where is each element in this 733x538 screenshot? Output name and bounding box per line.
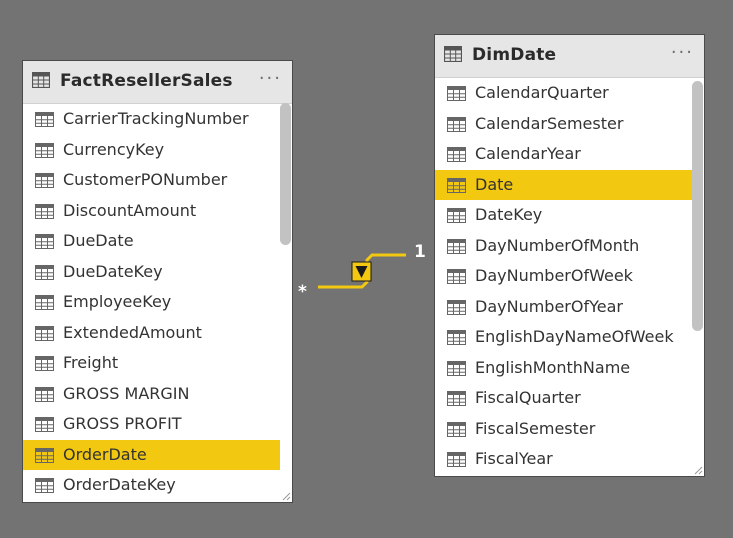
field-row[interactable]: DayNumberOfMonth xyxy=(435,231,692,261)
field-label: DiscountAmount xyxy=(63,200,197,220)
field-label: FiscalQuarter xyxy=(475,388,581,407)
column-icon xyxy=(447,177,466,193)
field-row[interactable]: DayNumberOfWeek xyxy=(435,261,692,291)
table-card-dimdate[interactable]: DimDate ··· CalendarQuarter CalendarSemes… xyxy=(434,34,705,477)
field-row[interactable]: OrderDateKey xyxy=(23,470,280,500)
field-row[interactable]: DueDateKey xyxy=(23,257,280,287)
field-row[interactable]: CalendarQuarter xyxy=(435,78,692,108)
field-row[interactable]: DateKey xyxy=(435,200,692,230)
field-label: CalendarQuarter xyxy=(475,83,609,102)
field-label: FiscalYear xyxy=(475,449,553,468)
table-icon xyxy=(444,46,462,62)
field-label: CustomerPONumber xyxy=(63,170,228,189)
table-header[interactable]: FactResellerSales ··· xyxy=(23,61,292,104)
table-title: DimDate xyxy=(472,45,557,65)
field-label: CalendarYear xyxy=(475,144,581,163)
field-label: DayNumberOfMonth xyxy=(475,235,640,255)
field-row[interactable]: CalendarSemester xyxy=(435,109,692,139)
column-icon xyxy=(35,386,54,402)
field-row[interactable]: CustomerPONumber xyxy=(23,165,280,195)
field-label: EnglishDayNameOfWeek xyxy=(475,327,674,346)
column-icon xyxy=(35,112,54,127)
field-row[interactable]: EnglishDayNameOfWeek xyxy=(435,322,692,352)
column-icon xyxy=(447,116,466,132)
column-icon xyxy=(35,203,54,219)
field-label: DueDate xyxy=(63,231,134,250)
column-icon xyxy=(447,421,466,437)
field-row[interactable]: FiscalSemester xyxy=(435,414,692,444)
field-row[interactable]: GROSS PROFIT xyxy=(23,409,280,439)
column-icon xyxy=(447,238,466,254)
more-options-button[interactable]: ··· xyxy=(671,43,694,63)
field-label: DayNumberOfYear xyxy=(475,296,623,316)
field-label: OrderDate xyxy=(63,444,147,464)
column-icon xyxy=(447,269,466,284)
column-icon xyxy=(35,417,54,432)
scroll-thumb[interactable] xyxy=(280,103,291,245)
field-label: OrderDateKey xyxy=(63,475,176,494)
more-options-button[interactable]: ··· xyxy=(259,69,282,89)
scroll-thumb[interactable] xyxy=(692,81,703,331)
field-label: CarrierTrackingNumber xyxy=(63,109,249,128)
column-icon xyxy=(35,142,54,158)
field-label: FiscalSemester xyxy=(475,418,596,438)
field-label: DueDateKey xyxy=(63,261,163,281)
column-icon xyxy=(447,299,466,315)
column-icon xyxy=(35,173,54,188)
field-label: CalendarSemester xyxy=(475,113,624,133)
scrollbar[interactable] xyxy=(692,77,703,475)
column-icon xyxy=(447,391,466,406)
field-row[interactable]: FiscalYear xyxy=(435,444,692,474)
column-icon xyxy=(35,234,54,249)
field-row[interactable]: EnglishMonthName xyxy=(435,353,692,383)
resize-grip-icon[interactable] xyxy=(692,464,703,475)
field-label: Date xyxy=(475,174,514,194)
column-icon xyxy=(35,264,54,280)
table-header[interactable]: DimDate ··· xyxy=(435,35,704,78)
column-icon xyxy=(35,356,54,371)
scrollbar[interactable] xyxy=(280,103,291,501)
column-icon xyxy=(35,447,54,463)
column-icon xyxy=(35,478,54,493)
table-title: FactResellerSales xyxy=(60,71,233,91)
table-icon xyxy=(32,72,50,88)
resize-grip-icon[interactable] xyxy=(280,490,291,501)
field-row[interactable]: CarrierTrackingNumber xyxy=(23,104,280,134)
field-row[interactable]: CurrencyKey xyxy=(23,135,280,165)
field-label: GROSS MARGIN xyxy=(63,383,190,403)
column-icon xyxy=(447,86,466,101)
field-row[interactable]: DiscountAmount xyxy=(23,196,280,226)
column-icon xyxy=(35,295,54,310)
field-label: Freight xyxy=(63,353,119,372)
field-row[interactable]: FiscalQuarter xyxy=(435,383,692,413)
field-row[interactable]: GROSS MARGIN xyxy=(23,379,280,409)
field-row[interactable]: CalendarYear xyxy=(435,139,692,169)
column-icon xyxy=(447,452,466,467)
field-row[interactable]: EmployeeKey xyxy=(23,287,280,317)
column-icon xyxy=(35,325,54,341)
field-label: EnglishMonthName xyxy=(475,357,631,377)
field-label: DayNumberOfWeek xyxy=(475,266,633,285)
field-row[interactable]: DueDate xyxy=(23,226,280,256)
column-icon xyxy=(447,208,466,223)
field-row[interactable]: Date xyxy=(435,169,692,200)
field-label: DateKey xyxy=(475,205,543,224)
field-row[interactable]: OrderDate xyxy=(23,439,280,470)
column-icon xyxy=(447,147,466,162)
field-row[interactable]: Freight xyxy=(23,348,280,378)
table-card-factresellersales[interactable]: FactResellerSales ··· CarrierTrackingNum… xyxy=(22,60,293,503)
field-label: EmployeeKey xyxy=(63,292,172,311)
cardinality-one: 1 xyxy=(414,242,426,262)
column-icon xyxy=(447,360,466,376)
field-label: ExtendedAmount xyxy=(63,322,202,342)
field-label: CurrencyKey xyxy=(63,139,165,159)
field-label: GROSS PROFIT xyxy=(63,414,182,433)
column-icon xyxy=(447,330,466,345)
field-row[interactable]: ExtendedAmount xyxy=(23,318,280,348)
cardinality-many: * xyxy=(298,282,307,302)
field-row[interactable]: DayNumberOfYear xyxy=(435,292,692,322)
